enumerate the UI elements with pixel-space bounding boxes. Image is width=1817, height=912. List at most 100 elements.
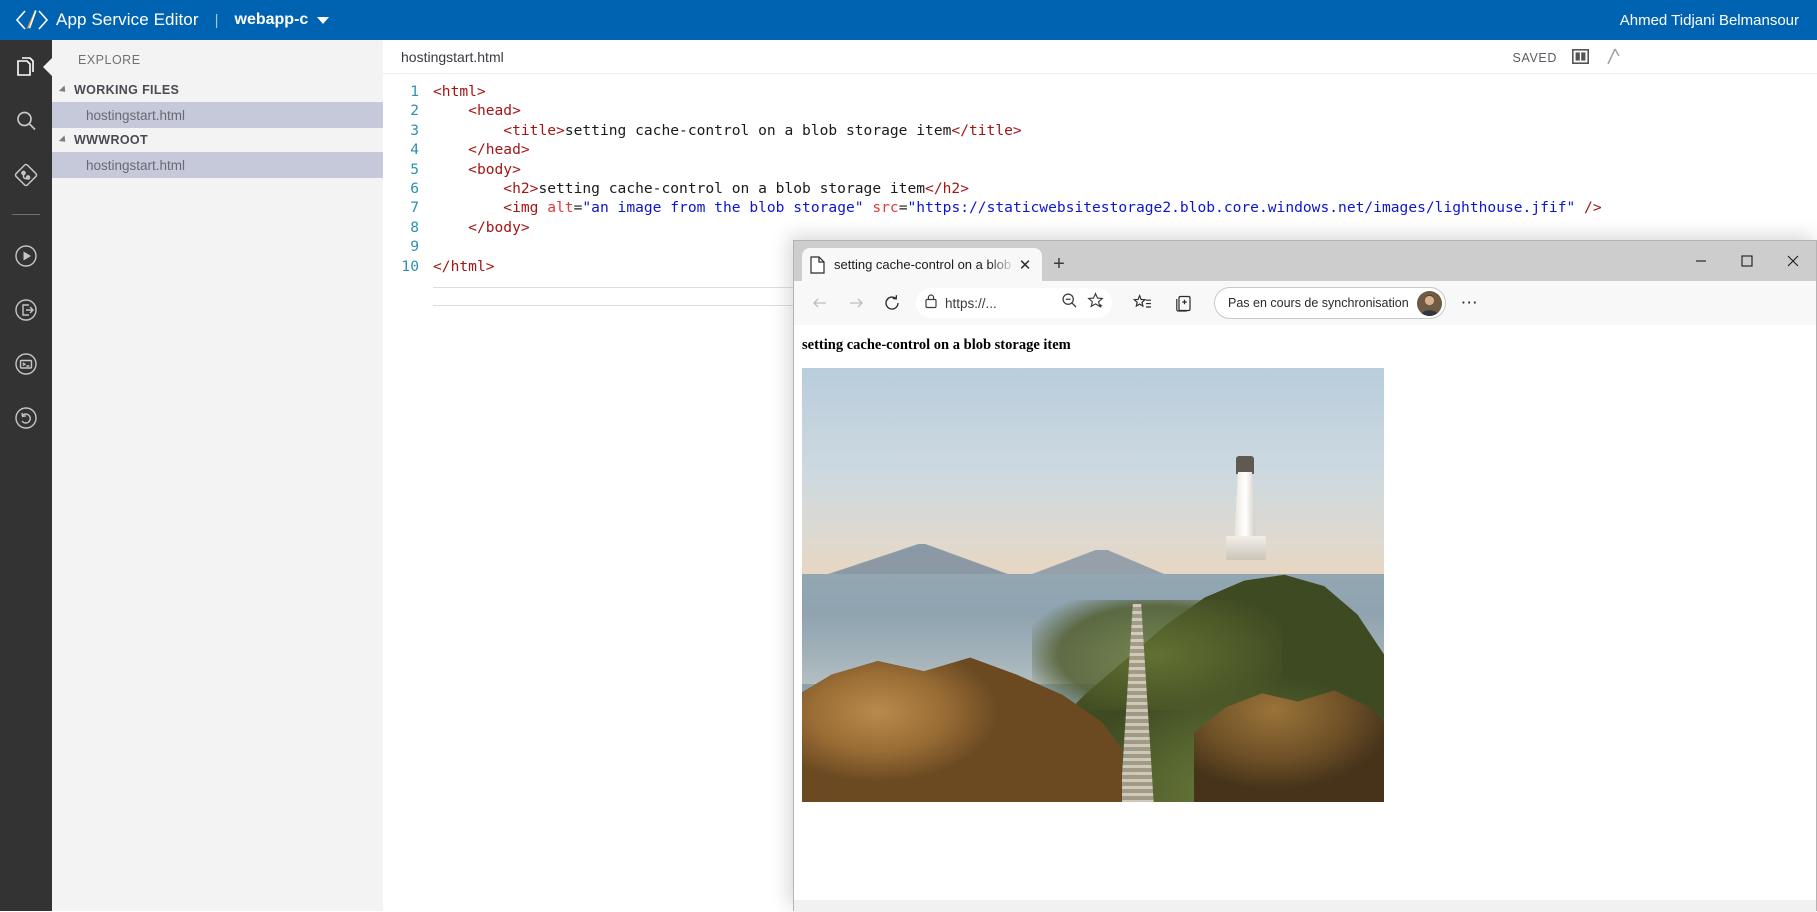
code-token: <html> xyxy=(433,83,486,100)
triangle-expanded-icon xyxy=(58,135,69,145)
tree-file-wwwroot-hostingstart[interactable]: hostingstart.html xyxy=(52,152,383,178)
browser-tab[interactable]: setting cache-control on a blob storage … xyxy=(802,248,1042,281)
new-tab-button[interactable]: + xyxy=(1042,248,1076,281)
code-token: "https://staticwebsitestorage2.blob.core… xyxy=(907,199,1576,217)
code-line: 4 </head> xyxy=(383,140,1817,159)
line-number: 6 xyxy=(410,179,419,197)
code-token: </html> xyxy=(433,257,495,275)
line-number: 8 xyxy=(410,218,419,236)
saved-status-label: SAVED xyxy=(1512,51,1557,65)
app-top-bar: App Service Editor | webapp-c Ahmed Tidj… xyxy=(0,0,1817,40)
split-editor-icon[interactable] xyxy=(1572,49,1589,69)
tree-section-working-files[interactable]: WORKING FILES xyxy=(52,78,383,102)
collections-icon[interactable] xyxy=(1168,287,1200,319)
blob-storage-image xyxy=(802,368,1384,802)
code-line: 2 <head> xyxy=(383,101,1817,120)
editor-tab-row: hostingstart.html SAVED xyxy=(383,40,1817,74)
favorites-list-icon[interactable] xyxy=(1126,287,1158,319)
code-line: 8 </body> xyxy=(383,218,1817,237)
code-line: 6 <h2>setting cache-control on a blob st… xyxy=(383,179,1817,198)
page-heading: setting cache-control on a blob storage … xyxy=(802,337,1071,353)
line-number: 2 xyxy=(410,102,419,120)
activity-bar-divider xyxy=(12,214,40,215)
sidebar-item-source-control[interactable] xyxy=(0,148,52,202)
tree-file-working-hostingstart[interactable]: hostingstart.html xyxy=(52,102,383,128)
tree-file-label: hostingstart.html xyxy=(86,157,186,173)
code-token: <title> xyxy=(503,121,565,139)
topbar-separator: | xyxy=(214,11,219,29)
address-bar-url: https://... xyxy=(945,295,997,311)
code-token: </head> xyxy=(468,141,530,159)
code-token: </body> xyxy=(468,218,530,236)
window-controls xyxy=(1678,241,1816,281)
code-line: 1 <html> xyxy=(383,82,1817,101)
edge-browser-window: setting cache-control on a blob storage … xyxy=(793,240,1817,912)
app-service-editor-logo-icon xyxy=(14,7,50,33)
code-token: alt xyxy=(547,199,574,217)
tree-file-label: hostingstart.html xyxy=(86,107,186,123)
sync-status-pill[interactable]: Pas en cours de synchronisation xyxy=(1214,287,1446,319)
sidebar-item-search[interactable] xyxy=(0,94,52,148)
line-number: 3 xyxy=(410,121,419,139)
browser-page-content: setting cache-control on a blob storage … xyxy=(794,325,1816,912)
code-line: 7 <img alt = "an image from the blob stora… xyxy=(383,198,1817,217)
tree-section-wwwroot[interactable]: WWWROOT xyxy=(52,128,383,152)
horizontal-scrollbar[interactable] xyxy=(794,900,1816,912)
explorer-title: EXPLORE xyxy=(78,53,141,67)
add-favorite-star-icon[interactable] xyxy=(1087,292,1104,314)
line-number: 10 xyxy=(401,257,419,275)
code-line: 5 <body> xyxy=(383,160,1817,179)
browser-nav-bar: https://... Pas en cours de synchronisat… xyxy=(794,281,1816,325)
photo-grass xyxy=(1032,600,1282,710)
sidebar-item-console[interactable] xyxy=(0,337,52,391)
photo-lighthouse-lantern xyxy=(1236,456,1254,474)
sidebar-item-explorer[interactable] xyxy=(0,40,52,94)
close-icon[interactable]: ✕ xyxy=(1016,256,1034,274)
tree-section-label: WORKING FILES xyxy=(74,83,180,97)
code-token: setting cache-control on a blob storage … xyxy=(538,179,926,197)
line-number: 5 xyxy=(410,160,419,178)
browser-menu-icon[interactable]: ⋯ xyxy=(1454,293,1486,313)
activity-bar xyxy=(0,40,52,911)
site-name[interactable]: webapp-c xyxy=(235,11,309,29)
line-number: 1 xyxy=(410,83,419,100)
minimize-button[interactable] xyxy=(1678,241,1724,281)
lock-icon xyxy=(924,293,938,314)
forward-arrow-icon[interactable] xyxy=(840,287,872,319)
chevron-down-icon[interactable] xyxy=(317,16,330,24)
reload-icon[interactable] xyxy=(876,287,908,319)
sync-status-label: Pas en cours de synchronisation xyxy=(1228,296,1409,310)
code-token: <body> xyxy=(468,160,521,178)
back-arrow-icon[interactable] xyxy=(804,287,836,319)
code-token: <head> xyxy=(468,102,521,120)
user-avatar[interactable] xyxy=(1416,290,1442,316)
zoom-out-icon[interactable] xyxy=(1061,292,1078,314)
line-number: 9 xyxy=(410,238,419,256)
maximize-button[interactable] xyxy=(1724,241,1770,281)
code-token: <img xyxy=(503,199,548,217)
address-bar[interactable]: https://... xyxy=(916,288,1112,318)
close-button[interactable] xyxy=(1770,241,1816,281)
app-title: App Service Editor xyxy=(56,10,199,29)
photo-lighthouse-base xyxy=(1226,536,1266,560)
code-token: "an image from the blob storage" xyxy=(582,199,864,217)
editor-tab-hostingstart[interactable]: hostingstart.html xyxy=(401,49,504,65)
user-name[interactable]: Ahmed Tidjani Belmansour xyxy=(1620,12,1799,29)
code-token: </title> xyxy=(951,121,1022,139)
more-actions-icon[interactable] xyxy=(1605,48,1621,70)
code-token: src xyxy=(872,199,899,217)
sidebar-item-run[interactable] xyxy=(0,229,52,283)
code-token: /> xyxy=(1575,199,1602,217)
sidebar-item-restart[interactable] xyxy=(0,391,52,445)
sidebar-item-open-in-browser[interactable] xyxy=(0,283,52,337)
code-token: = xyxy=(898,199,908,217)
code-token: </h2> xyxy=(925,179,969,197)
line-number: 7 xyxy=(410,199,419,217)
tree-section-label: WWWROOT xyxy=(74,133,148,147)
